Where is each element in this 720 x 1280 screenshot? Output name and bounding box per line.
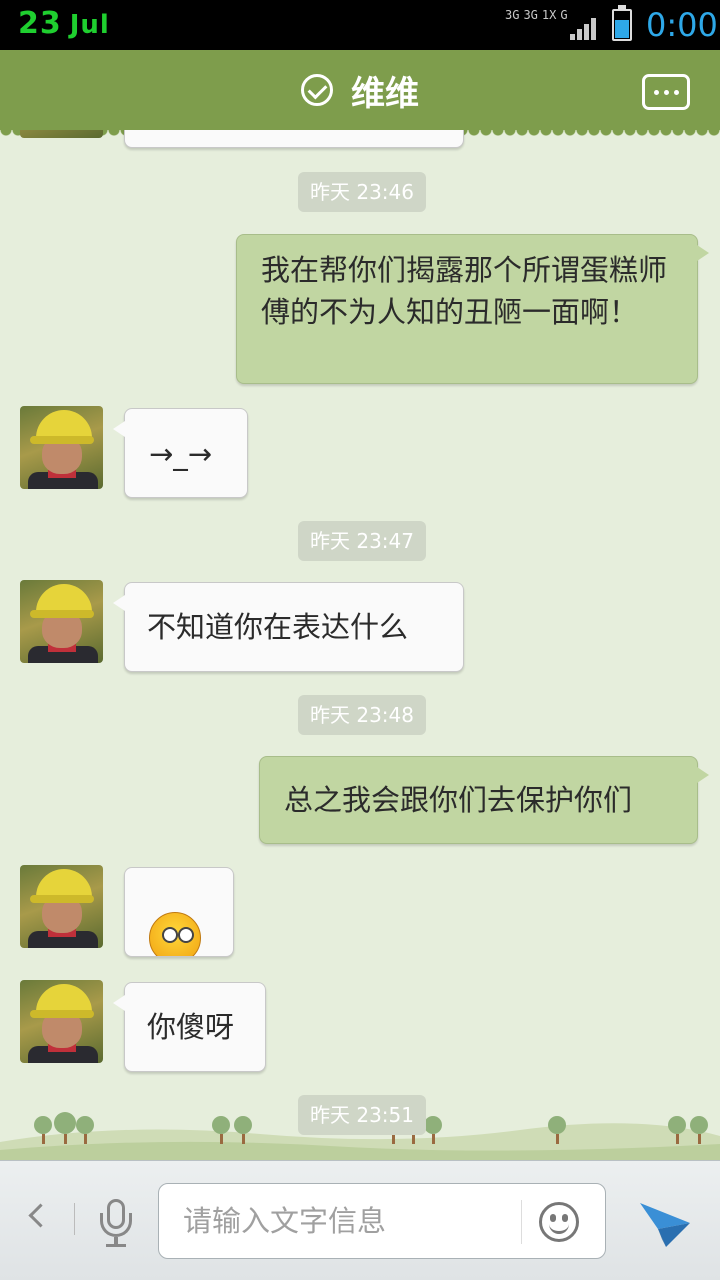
contact-avatar[interactable] [20, 865, 103, 948]
divider [521, 1200, 522, 1244]
message-bubble-incoming[interactable]: 不知道你在表达什么 [113, 582, 464, 672]
check-circle-icon [301, 74, 333, 106]
message-text: →_→ [149, 437, 213, 471]
status-bar: 23 Jul 3G 3G 1X G 0:00 [0, 0, 720, 50]
message-bubble-incoming[interactable] [124, 867, 234, 957]
status-day: 23 [18, 6, 62, 41]
network-indicators: 3G 3G 1X G [505, 8, 572, 22]
message-timestamp: 昨天 23:51 [298, 1095, 426, 1135]
message-bubble-outgoing[interactable]: 我在帮你们揭露那个所谓蛋糕师傅的不为人知的丑陋一面啊！ [236, 234, 709, 384]
more-dot-icon [653, 89, 659, 95]
contact-avatar[interactable] [20, 580, 103, 663]
chevron-left-icon[interactable] [26, 1197, 50, 1237]
message-bubble-incoming[interactable]: 你傻呀 [113, 982, 266, 1072]
contact-avatar[interactable] [20, 406, 103, 489]
chat-info-button[interactable] [642, 74, 690, 110]
message-bubble-outgoing[interactable]: 总之我会跟你们去保护你们 [259, 756, 709, 844]
divider [74, 1203, 75, 1235]
status-date: 23 Jul [18, 4, 110, 45]
more-dot-icon [673, 89, 679, 95]
peeking-face-emoji [149, 912, 201, 956]
message-list[interactable]: 昨天 23:46 我在帮你们揭露那个所谓蛋糕师傅的不为人知的丑陋一面啊！ →_→… [0, 130, 720, 1160]
message-input-field[interactable] [158, 1183, 606, 1259]
smiley-icon[interactable] [539, 1202, 579, 1242]
message-text: 我在帮你们揭露那个所谓蛋糕师傅的不为人知的丑陋一面啊！ [261, 253, 668, 329]
message-timestamp: 昨天 23:47 [298, 521, 426, 561]
contact-avatar[interactable] [20, 980, 103, 1063]
chat-header: 维维 [0, 50, 720, 138]
signal-icon [570, 18, 600, 40]
status-time: 0:00 [646, 6, 718, 44]
battery-icon [612, 5, 632, 41]
paper-plane-send-icon[interactable] [636, 1193, 694, 1251]
message-input[interactable] [183, 1184, 513, 1258]
network-label: 3G [523, 8, 538, 22]
message-timestamp: 昨天 23:48 [298, 695, 426, 735]
contact-avatar[interactable] [20, 130, 103, 138]
message-bubble-incoming[interactable]: →_→ [113, 408, 248, 498]
message-text: 不知道你在表达什么 [147, 610, 409, 644]
status-month: Jul [69, 10, 110, 40]
more-dot-icon [663, 89, 669, 95]
message-text: 总之我会跟你们去保护你们 [284, 783, 633, 817]
microphone-icon[interactable] [96, 1199, 136, 1247]
network-label: 3G [505, 8, 520, 22]
message-timestamp: 昨天 23:46 [298, 172, 426, 212]
message-bubble-incoming[interactable] [124, 130, 464, 148]
message-text: 你傻呀 [147, 1010, 235, 1044]
network-label: 1X [541, 8, 557, 22]
network-label: G [560, 8, 568, 22]
input-bar [0, 1160, 720, 1280]
contact-name: 维维 [351, 73, 419, 114]
